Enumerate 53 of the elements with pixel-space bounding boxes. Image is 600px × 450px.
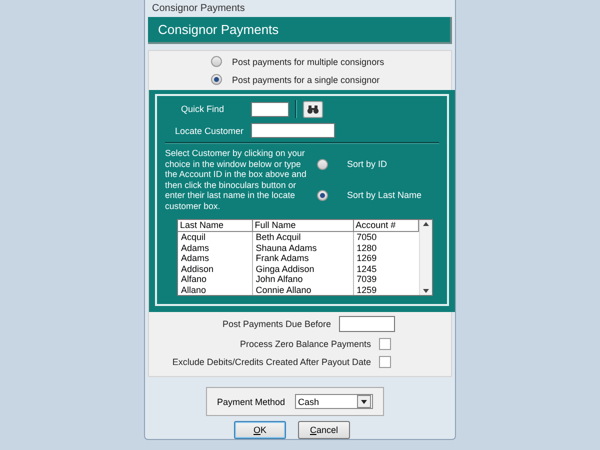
- field-label: Locate Customer: [175, 124, 245, 136]
- scroll-up-arrow-icon[interactable]: [423, 222, 429, 226]
- checkbox-label: Exclude Debits/Credits Created After Payout Date: [172, 357, 371, 367]
- radio-button[interactable]: [211, 74, 222, 85]
- field-label: Post Payments Due Before: [222, 319, 331, 329]
- checkbox[interactable]: [379, 356, 391, 368]
- table-cell: 7039: [353, 274, 418, 284]
- radio-label: Sort by ID: [347, 159, 388, 169]
- field-label: Quick Find: [181, 103, 226, 115]
- dialog-button[interactable]: OK: [234, 421, 286, 439]
- radio-button[interactable]: [211, 56, 222, 67]
- quick-find-field[interactable]: [251, 102, 289, 116]
- table-cell: 1245: [353, 264, 418, 274]
- header-banner: Consignor Payments: [148, 17, 452, 44]
- table-cell: Acquil: [178, 232, 252, 242]
- binoculars-button[interactable]: [303, 100, 323, 118]
- scroll-down-arrow-icon[interactable]: [423, 289, 429, 293]
- table-cell: Connie Allano: [252, 284, 354, 295]
- locate-customer-field[interactable]: [251, 123, 335, 138]
- table-cell: 1259: [353, 284, 418, 295]
- table-cell: John Alfano: [252, 274, 354, 284]
- table-cell: Adams: [178, 242, 252, 253]
- table-cell: 1280: [353, 242, 418, 253]
- caret-icon: [361, 400, 367, 404]
- payment-method-dropdown[interactable]: Cash: [295, 394, 373, 409]
- checkbox-label: Process Zero Balance Payments: [240, 339, 371, 349]
- table-cell: Allano: [178, 284, 252, 295]
- window-title: Consignor Payments: [151, 2, 246, 16]
- table-cell: Frank Adams: [252, 253, 354, 264]
- table-cell: Addison: [178, 264, 252, 274]
- field-label: Payment Method: [217, 396, 286, 406]
- column-header[interactable]: Full Name: [252, 220, 354, 232]
- table-cell: 1269: [353, 253, 418, 264]
- binoculars-icon: [307, 104, 319, 114]
- table-cell: Shauna Adams: [252, 242, 354, 253]
- radio-button[interactable]: [317, 190, 328, 200]
- table-cell: Alfano: [178, 274, 252, 284]
- scrollbar[interactable]: [419, 220, 432, 295]
- radio-label: Post payments for a single consignor: [232, 74, 380, 84]
- table-cell: Beth Acquil: [252, 232, 354, 242]
- radio-label: Sort by Last Name: [347, 190, 422, 200]
- date-field[interactable]: [339, 316, 395, 332]
- table-cell: Ginga Addison: [252, 264, 354, 274]
- instruction-text: Select Customer by clicking on your choice in the window below or type the Account ID in the box above and then click the binoculars button or enter their last name in the locate customer box.: [165, 148, 307, 211]
- radio-label: Post payments for multiple consignors: [232, 56, 384, 66]
- column-header[interactable]: Last Name: [178, 220, 252, 232]
- radio-button[interactable]: [317, 158, 328, 170]
- dialog-button[interactable]: Cancel: [298, 421, 350, 439]
- customer-list[interactable]: Last Name Full Name Account # Acquil Beth Acquil 7050 Adams Shauna Adams 1280 Adams Frank Adams 1269 Addison Ginga Addison 1245 Alfano John Alfano 7039 Allano Connie Allano 1259: [177, 219, 433, 296]
- checkbox[interactable]: [379, 338, 391, 350]
- table-cell: Adams: [178, 253, 252, 264]
- table-cell: 7050: [353, 232, 418, 242]
- column-header[interactable]: Account #: [353, 220, 418, 232]
